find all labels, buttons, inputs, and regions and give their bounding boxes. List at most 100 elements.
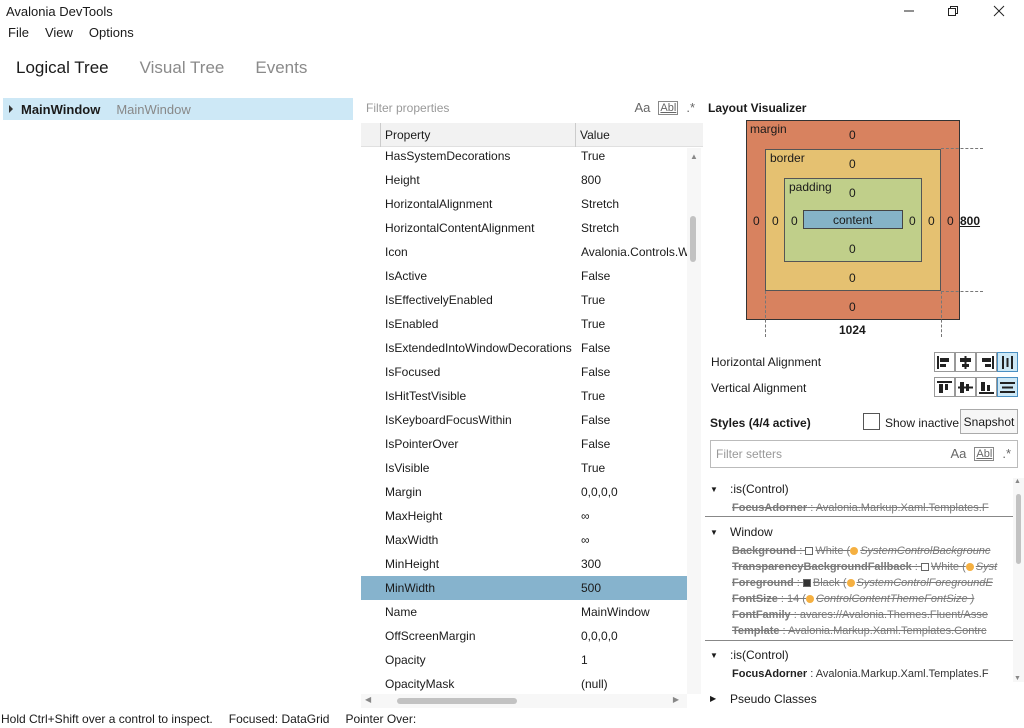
border-top-value[interactable]: 0 — [849, 157, 856, 171]
style-group-header[interactable]: ▼ :is(Control) — [710, 648, 789, 662]
property-value[interactable]: False — [581, 269, 687, 283]
regex-icon[interactable]: .* — [686, 100, 695, 115]
property-value[interactable]: 0,0,0,0 — [581, 629, 687, 643]
align-center-button[interactable] — [955, 352, 976, 372]
border-bottom-value[interactable]: 0 — [849, 271, 856, 285]
property-row[interactable]: OpacityMask (null) — [361, 672, 687, 692]
align-right-button[interactable] — [976, 352, 997, 372]
property-row[interactable]: IsActive False — [361, 264, 687, 288]
setter-resource[interactable]: SystemControlForegroundE — [857, 577, 993, 589]
minimize-button[interactable] — [886, 0, 932, 22]
scroll-right-icon[interactable]: ▶ — [673, 695, 679, 704]
property-row[interactable]: HasSystemDecorations True — [361, 144, 687, 168]
pseudo-classes-header[interactable]: ▶ Pseudo Classes — [710, 692, 817, 706]
property-value[interactable]: False — [581, 365, 687, 379]
property-value[interactable]: ∞ — [581, 533, 687, 547]
margin-right-value[interactable]: 0 — [947, 214, 954, 228]
regex-icon[interactable]: .* — [1002, 446, 1011, 461]
property-value[interactable]: Stretch — [581, 197, 687, 211]
setter-resource[interactable]: SystemControlBackgrounc — [860, 545, 990, 557]
tab-logical-tree[interactable]: Logical Tree — [16, 58, 109, 78]
setter-resource[interactable]: Syst — [976, 561, 997, 573]
property-row[interactable]: IsHitTestVisible True — [361, 384, 687, 408]
property-value[interactable]: True — [581, 149, 687, 163]
scroll-down-icon[interactable]: ▼ — [1014, 675, 1021, 682]
margin-top-value[interactable]: 0 — [849, 128, 856, 142]
border-left-value[interactable]: 0 — [772, 214, 779, 228]
property-row[interactable]: IsEnabled True — [361, 312, 687, 336]
scroll-left-icon[interactable]: ◀ — [365, 695, 371, 704]
height-value[interactable]: 800 — [960, 214, 980, 228]
padding-left-value[interactable]: 0 — [791, 214, 798, 228]
property-row[interactable]: OffScreenMargin 0,0,0,0 — [361, 624, 687, 648]
property-row[interactable]: IsFocused False — [361, 360, 687, 384]
show-inactive-label[interactable]: Show inactive — [885, 416, 959, 430]
property-row[interactable]: IsExtendedIntoWindowDecorations False — [361, 336, 687, 360]
column-header-value[interactable]: Value — [580, 128, 610, 142]
property-row[interactable]: Name MainWindow — [361, 600, 687, 624]
scroll-thumb[interactable] — [1016, 494, 1021, 564]
property-value[interactable]: False — [581, 437, 687, 451]
menu-view[interactable]: View — [37, 24, 81, 42]
property-value[interactable]: 800 — [581, 173, 687, 187]
property-row[interactable]: Icon Avalonia.Controls.W — [361, 240, 687, 264]
property-row[interactable]: Height 800 — [361, 168, 687, 192]
collapse-arrow-icon[interactable]: ▼ — [710, 528, 730, 537]
align-left-button[interactable] — [934, 352, 955, 372]
padding-top-value[interactable]: 0 — [849, 186, 856, 200]
close-button[interactable] — [976, 0, 1022, 22]
match-case-icon[interactable]: Aa — [635, 100, 651, 115]
properties-horizontal-scrollbar[interactable]: ◀ ▶ — [361, 694, 687, 708]
properties-filter[interactable]: Filter properties Aa Abl .* — [361, 96, 703, 122]
restore-button[interactable] — [930, 0, 976, 22]
property-row[interactable]: MinHeight 300 — [361, 552, 687, 576]
scroll-up-icon[interactable]: ▲ — [690, 152, 698, 161]
property-value[interactable]: False — [581, 413, 687, 427]
tree-node-mainwindow[interactable]: MainWindow MainWindow — [3, 98, 353, 120]
property-value[interactable]: True — [581, 317, 687, 331]
border-right-value[interactable]: 0 — [928, 214, 935, 228]
padding-right-value[interactable]: 0 — [909, 214, 916, 228]
align-middle-button[interactable] — [955, 377, 976, 397]
margin-left-value[interactable]: 0 — [753, 214, 760, 228]
expand-arrow-icon[interactable]: ▶ — [710, 692, 730, 706]
width-value[interactable]: 1024 — [839, 323, 866, 337]
scroll-thumb[interactable] — [690, 216, 696, 262]
property-row[interactable]: IsKeyboardFocusWithin False — [361, 408, 687, 432]
menu-options[interactable]: Options — [81, 24, 142, 42]
styles-scrollbar[interactable]: ▲ ▼ — [1013, 478, 1024, 682]
property-value[interactable]: True — [581, 389, 687, 403]
property-row[interactable]: IsEffectivelyEnabled True — [361, 288, 687, 312]
property-row[interactable]: IsVisible True — [361, 456, 687, 480]
collapse-arrow-icon[interactable]: ▼ — [710, 651, 730, 660]
property-row[interactable]: Opacity 1 — [361, 648, 687, 672]
property-value[interactable]: True — [581, 461, 687, 475]
menu-file[interactable]: File — [0, 24, 37, 42]
align-bottom-button[interactable] — [976, 377, 997, 397]
property-value[interactable]: (null) — [581, 677, 687, 691]
align-top-button[interactable] — [934, 377, 955, 397]
property-value[interactable]: 300 — [581, 557, 687, 571]
property-value[interactable]: MainWindow — [581, 605, 687, 619]
property-row[interactable]: HorizontalAlignment Stretch — [361, 192, 687, 216]
property-row[interactable]: Margin 0,0,0,0 — [361, 480, 687, 504]
tab-visual-tree[interactable]: Visual Tree — [140, 58, 225, 78]
collapse-arrow-icon[interactable]: ▼ — [710, 485, 730, 494]
setters-filter[interactable]: Filter setters Aa Abl .* — [710, 440, 1018, 468]
scroll-thumb-horizontal[interactable] — [397, 698, 517, 704]
property-row[interactable]: MaxHeight ∞ — [361, 504, 687, 528]
property-value[interactable]: ∞ — [581, 509, 687, 523]
setter-resource[interactable]: ControlContentThemeFontSize ) — [816, 593, 974, 605]
property-row[interactable]: HorizontalContentAlignment Stretch — [361, 216, 687, 240]
margin-bottom-value[interactable]: 0 — [849, 300, 856, 314]
property-value[interactable]: 1 — [581, 653, 687, 667]
whole-word-icon[interactable]: Abl — [658, 100, 679, 115]
property-row[interactable]: MinWidth 500 — [361, 576, 687, 600]
property-value[interactable]: 0,0,0,0 — [581, 485, 687, 499]
properties-vertical-scrollbar[interactable]: ▲ — [687, 148, 701, 694]
property-row[interactable]: MaxWidth ∞ — [361, 528, 687, 552]
match-case-icon[interactable]: Aa — [951, 446, 967, 461]
expand-arrow-icon[interactable] — [3, 105, 19, 113]
property-value[interactable]: 500 — [581, 581, 687, 595]
property-value[interactable]: Avalonia.Controls.W — [581, 245, 687, 259]
